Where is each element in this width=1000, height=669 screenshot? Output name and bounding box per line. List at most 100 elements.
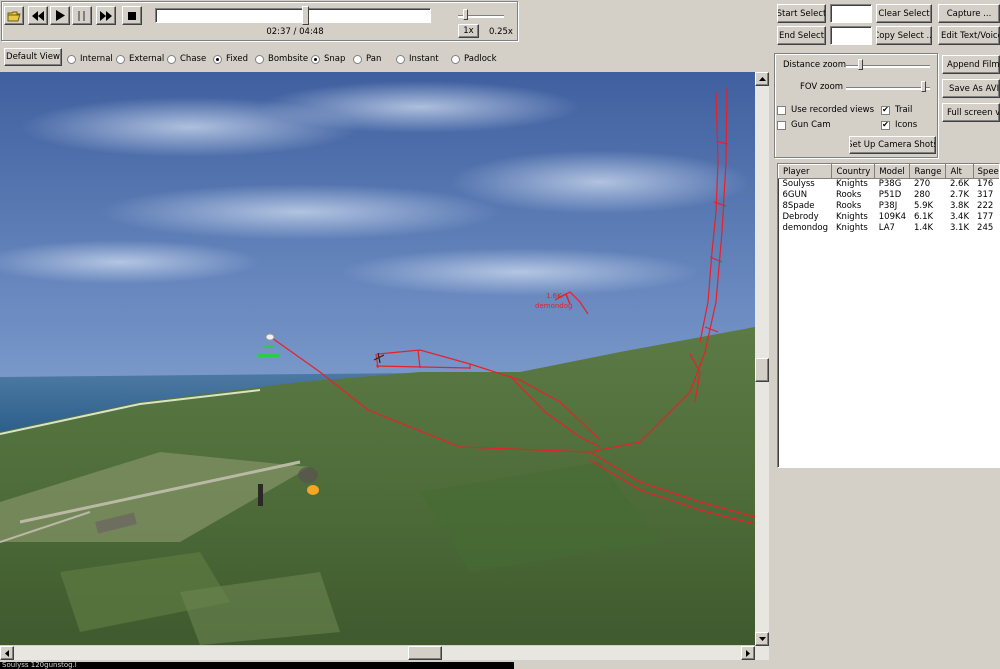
pause-icon xyxy=(78,10,85,21)
view-option-internal[interactable]: Internal xyxy=(67,53,113,65)
view-option-padlock[interactable]: Padlock xyxy=(451,53,497,65)
fov-zoom-thumb[interactable] xyxy=(920,81,926,92)
view-option-instant[interactable]: Instant xyxy=(396,53,439,65)
arrow-down-icon xyxy=(758,637,766,641)
trail-box[interactable]: ✔ xyxy=(881,105,890,115)
play-button[interactable] xyxy=(50,6,70,25)
table-cell: 109K4 xyxy=(878,212,906,222)
table-cell: 2.7K xyxy=(949,190,970,200)
seek-bar[interactable] xyxy=(155,8,431,23)
edit-text-voice-button[interactable]: Edit Text/Voice... xyxy=(938,26,1000,45)
viewport-3d[interactable]: 1.6K demondog xyxy=(0,72,755,645)
folder-icon xyxy=(7,11,21,21)
view-option-chase[interactable]: Chase xyxy=(167,53,206,65)
fast-forward-button[interactable] xyxy=(96,6,116,25)
scroll-left-button[interactable] xyxy=(0,646,14,660)
enemy-altitude-label: 1.6K xyxy=(546,292,562,300)
radio-circle[interactable] xyxy=(311,54,320,64)
table-cell: 177 xyxy=(977,212,994,222)
radio-circle[interactable] xyxy=(116,54,125,64)
column-header-range[interactable]: Range xyxy=(909,164,947,179)
radio-circle[interactable] xyxy=(167,54,176,64)
table-cell: 3.8K xyxy=(949,201,970,211)
use-recorded-views-label: Use recorded views xyxy=(791,105,875,115)
radio-circle[interactable] xyxy=(213,54,222,64)
play-icon xyxy=(56,10,65,21)
column-header-player[interactable]: Player xyxy=(778,164,833,179)
scroll-right-button[interactable] xyxy=(741,646,755,660)
view-option-label: Padlock xyxy=(464,54,497,64)
view-option-external[interactable]: External xyxy=(116,53,164,65)
radio-circle[interactable] xyxy=(451,54,460,64)
view-option-label: Internal xyxy=(80,54,113,64)
view-option-label: External xyxy=(129,54,165,64)
table-row[interactable]: Soulyss Knights P38G 270 2.6K 176 xyxy=(779,179,1000,191)
arrow-right-icon xyxy=(746,649,750,657)
view-option-fixed[interactable]: Fixed xyxy=(213,53,248,65)
column-header-country[interactable]: Country xyxy=(831,164,876,179)
pause-button[interactable] xyxy=(72,6,92,25)
full-screen-view-button[interactable]: Full screen view xyxy=(942,103,1000,122)
view-option-snap[interactable]: Snap xyxy=(311,53,345,65)
radio-circle[interactable] xyxy=(396,54,405,64)
capture-button[interactable]: Capture ... xyxy=(938,4,1000,23)
table-cell: demondog xyxy=(782,223,828,233)
view-option-bombsite[interactable]: Bombsite xyxy=(255,53,308,65)
table-row[interactable]: 6GUN Rooks P51D 280 2.7K 317 xyxy=(779,190,1000,201)
table-cell: P51D xyxy=(878,190,902,200)
trail-checkbox[interactable]: ✔ Trail xyxy=(881,105,912,115)
table-row[interactable]: 8Spade Rooks P38J 5.9K 3.8K 222 xyxy=(779,201,1000,212)
scroll-up-button[interactable] xyxy=(755,72,769,86)
start-select-field[interactable] xyxy=(830,4,872,23)
rewind-icon xyxy=(32,10,44,21)
players-table-container[interactable]: PlayerCountryModelRangeAltSpeed Soulyss K… xyxy=(777,163,1000,468)
table-cell: Knights xyxy=(835,212,868,222)
fov-zoom-track[interactable] xyxy=(846,87,930,90)
save-as-avi-button[interactable]: Save As AVI... xyxy=(942,79,1000,98)
seek-thumb[interactable] xyxy=(302,6,310,25)
column-header-speed[interactable]: Speed xyxy=(972,164,999,179)
radio-circle[interactable] xyxy=(67,54,76,64)
viewport-horizontal-scrollbar[interactable] xyxy=(0,646,769,660)
open-button[interactable] xyxy=(4,6,24,25)
icons-checkbox[interactable]: ✔ Icons xyxy=(881,120,917,130)
table-cell: 5.9K xyxy=(913,201,934,211)
end-select-field[interactable] xyxy=(830,26,872,45)
speed-slider-thumb[interactable] xyxy=(462,9,468,20)
default-view-button[interactable]: Default View xyxy=(4,48,62,66)
clear-select-button[interactable]: Clear Select xyxy=(876,4,932,23)
icons-box[interactable]: ✔ xyxy=(881,120,890,130)
column-header-model[interactable]: Model xyxy=(874,164,911,179)
end-select-button[interactable]: End Select xyxy=(777,26,826,45)
view-option-pan[interactable]: Pan xyxy=(353,53,381,65)
table-row[interactable]: demondog Knights LA7 1.4K 3.1K 245 xyxy=(779,223,1000,234)
append-films-button[interactable]: Append Films... xyxy=(942,55,1000,74)
radio-circle[interactable] xyxy=(255,54,264,64)
players-table: PlayerCountryModelRangeAltSpeed Soulyss K… xyxy=(778,164,1000,234)
status-text: Soulyss 120gunstog.l xyxy=(2,662,77,669)
arrow-left-icon xyxy=(5,649,9,657)
setup-camera-shots-button[interactable]: Set Up Camera Shots xyxy=(849,136,936,154)
vertical-scroll-thumb[interactable] xyxy=(755,358,769,382)
scroll-down-button[interactable] xyxy=(755,632,769,646)
copy-select-button[interactable]: Copy Select ... xyxy=(876,26,932,45)
gun-cam-checkbox[interactable]: Gun Cam xyxy=(777,120,831,130)
table-cell: Rooks xyxy=(835,190,862,200)
stop-button[interactable] xyxy=(122,6,142,25)
fov-zoom-label: FOV zoom xyxy=(800,82,844,92)
table-cell: 317 xyxy=(977,190,994,200)
speed-multiplier-button[interactable]: 1x xyxy=(458,24,479,38)
table-cell: 6.1K xyxy=(913,212,934,222)
use-recorded-views-checkbox[interactable]: Use recorded views xyxy=(777,105,874,115)
horizontal-scroll-thumb[interactable] xyxy=(408,646,442,660)
column-header-alt[interactable]: Alt xyxy=(945,164,974,179)
gun-cam-box[interactable] xyxy=(777,120,786,130)
trail-label: Trail xyxy=(895,105,913,115)
table-cell: Rooks xyxy=(835,201,862,211)
radio-circle[interactable] xyxy=(353,54,362,64)
table-row[interactable]: Debrody Knights 109K4 6.1K 3.4K 177 xyxy=(779,212,1000,223)
use-recorded-views-box[interactable] xyxy=(777,105,786,115)
rewind-button[interactable] xyxy=(28,6,48,25)
distance-zoom-thumb[interactable] xyxy=(857,59,863,70)
start-select-button[interactable]: Start Select xyxy=(777,4,826,23)
